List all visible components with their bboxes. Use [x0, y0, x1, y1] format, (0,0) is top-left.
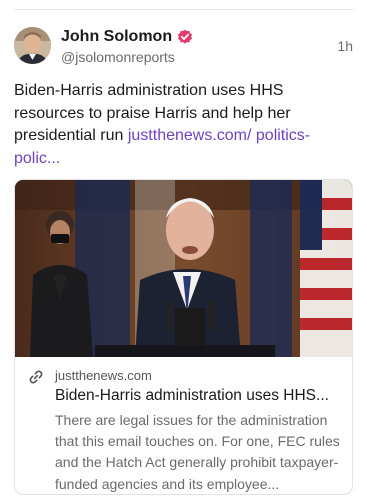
link-preview-card[interactable]: justthenews.com Biden-Harris administrat… — [14, 179, 353, 495]
post-header: John Solomon @jsolomonreports 1h — [14, 27, 353, 67]
author-name[interactable]: John Solomon — [61, 28, 172, 46]
verified-badge-icon — [177, 29, 193, 45]
link-description: There are legal issues for the administr… — [55, 412, 340, 492]
link-title[interactable]: Biden-Harris administration uses HHS... — [55, 387, 347, 405]
link-domain: justthenews.com — [55, 368, 152, 383]
author-handle[interactable]: @jsolomonreports — [61, 49, 175, 65]
name-row: John Solomon — [61, 27, 193, 47]
link-preview-meta[interactable]: justthenews.com Biden-Harris administrat… — [15, 357, 352, 494]
post-timestamp[interactable]: 1h — [337, 38, 353, 54]
avatar[interactable] — [14, 27, 51, 64]
link-preview-image[interactable] — [15, 180, 352, 357]
link-icon — [28, 369, 44, 385]
top-divider — [14, 9, 353, 10]
post-text: Biden-Harris administration uses HHS res… — [14, 80, 344, 170]
